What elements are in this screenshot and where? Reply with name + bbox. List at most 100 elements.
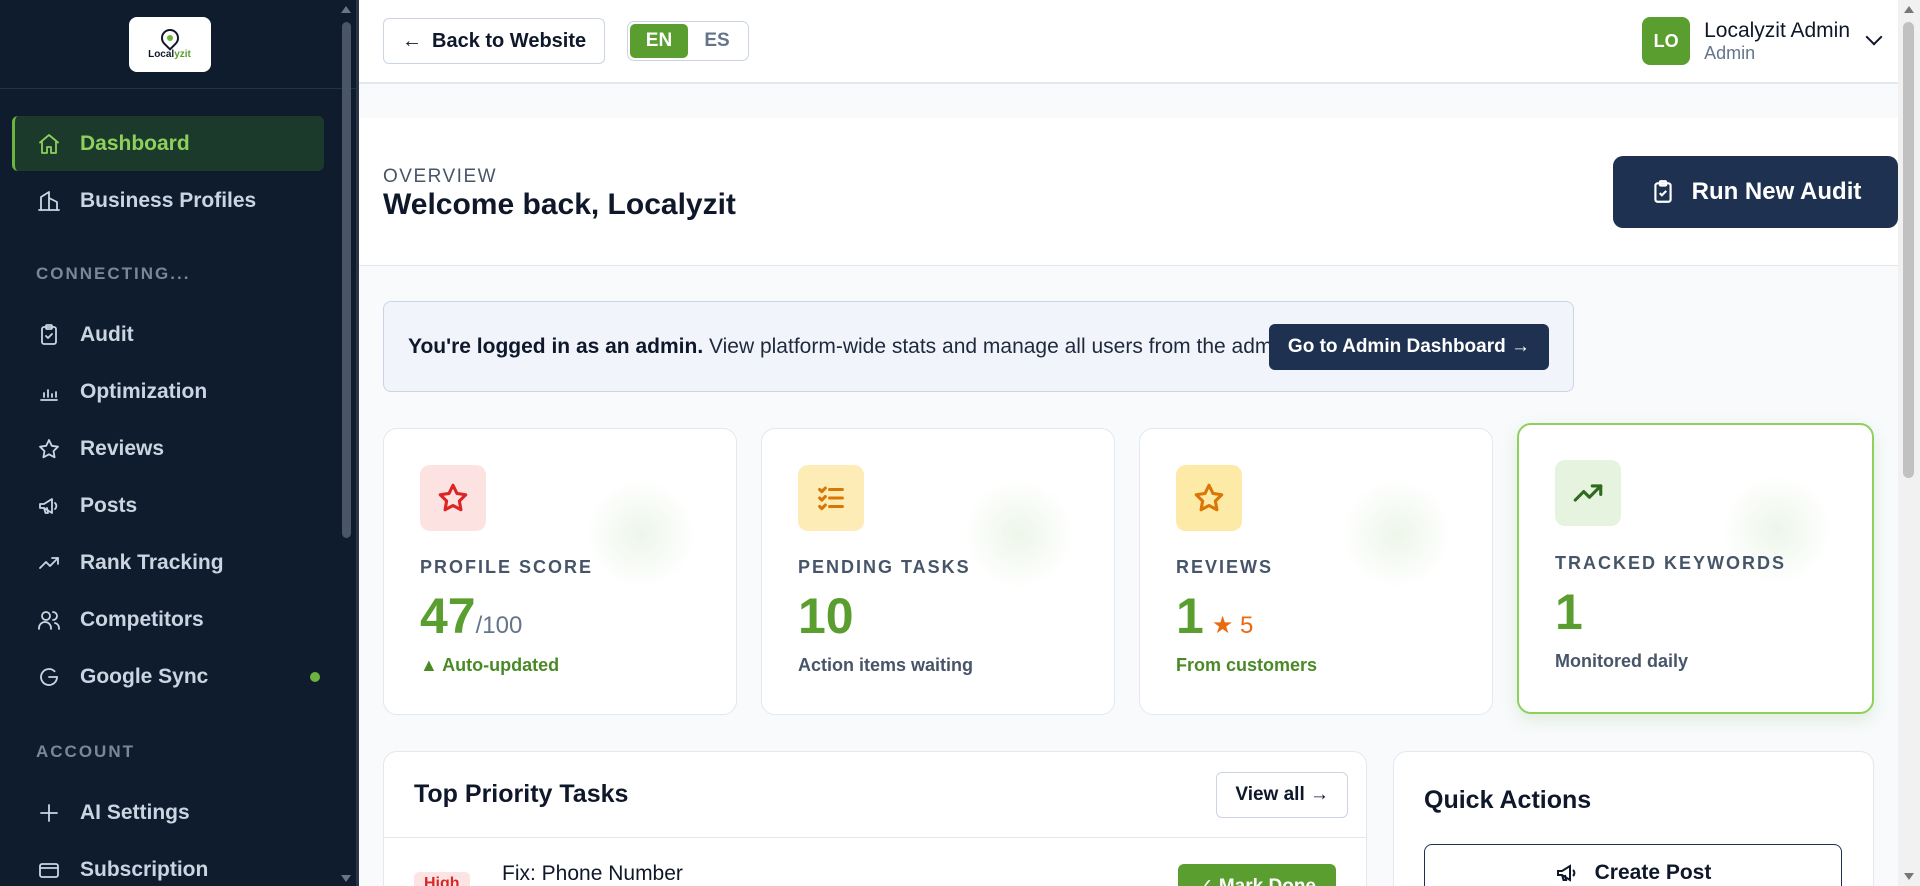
stat-card-tracked-keywords[interactable]: TRACKED KEYWORDS 1 Monitored daily [1517,423,1874,714]
stat-card-pending-tasks[interactable]: PENDING TASKS 10 Action items waiting [761,428,1115,715]
create-post-button[interactable]: Create Post [1424,844,1842,886]
star-outline-icon [1176,465,1242,531]
sidebar-item-label: Reviews [80,436,165,460]
trending-up-icon [1555,460,1621,526]
sidebar-scroll-down-icon[interactable] [341,875,351,882]
section-label-connecting: CONNECTING... [36,264,191,283]
sidebar-item-posts[interactable]: Posts [12,478,324,533]
user-role: Admin [1704,42,1756,63]
sync-status-dot [310,671,320,682]
google-icon [36,664,62,690]
stat-value: 10 [798,588,854,644]
arrow-left-icon: ← [402,29,422,52]
back-button-label: Back to Website [432,29,587,52]
plus-icon [36,800,62,826]
nav-account: AI Settings Subscription [12,785,324,886]
brand-logo[interactable]: Localyzit [128,16,211,72]
page-eyebrow: OVERVIEW [383,166,498,187]
task-name: Fix: Phone Number [502,862,683,885]
sidebar-item-dashboard[interactable]: Dashboard [12,116,324,171]
bar-chart-icon [36,379,62,405]
sidebar-item-label: Subscription [80,857,209,881]
star-icon [36,436,62,462]
divider [384,837,1366,838]
building-icon [36,188,62,214]
quick-actions-panel: Quick Actions Create Post [1393,751,1874,886]
sidebar-item-business-profiles[interactable]: Business Profiles [12,173,324,228]
sidebar-item-reviews[interactable]: Reviews [12,421,324,476]
card-glow [964,479,1074,589]
clipboard-icon [36,322,62,348]
sidebar-item-optimization[interactable]: Optimization [12,364,324,419]
stat-label: PENDING TASKS [798,557,971,577]
run-new-audit-button[interactable]: Run New Audit [1613,156,1898,228]
lang-es-button[interactable]: ES [688,24,746,58]
alert-bold-text: You're logged in as an admin. [408,335,704,358]
user-menu[interactable]: LO Localyzit Admin Admin [1642,17,1883,65]
nav-main: Dashboard Business Profiles [12,116,324,228]
stat-value: 1 ★ 5 [1176,588,1254,644]
run-audit-label: Run New Audit [1691,178,1862,205]
page-header: OVERVIEW Welcome back, Localyzit Run New… [359,118,1898,266]
sidebar: Localyzit Dashboard Business Profiles CO… [0,0,359,886]
sidebar-item-label: Audit [80,322,134,346]
sidebar-item-rank-tracking[interactable]: Rank Tracking [12,535,324,590]
stat-label: REVIEWS [1176,557,1274,577]
view-all-button[interactable]: View all → [1216,772,1348,818]
credit-card-icon [36,857,62,883]
create-post-label: Create Post [1594,861,1712,884]
star-outline-icon [420,465,486,531]
stat-subtext: Action items waiting [798,655,974,675]
sidebar-item-label: Business Profiles [80,188,257,212]
sidebar-scrollbar[interactable] [342,22,351,538]
panel-title: Top Priority Tasks [414,780,629,808]
home-icon [36,131,62,157]
stat-subtext: ▲ Auto-updated [420,655,560,675]
logo-area: Localyzit [0,0,359,89]
scroll-down-icon[interactable] [1904,873,1914,880]
mark-done-button[interactable]: ✓ Mark Done [1177,864,1336,886]
sidebar-scroll-up-icon[interactable] [341,6,351,13]
megaphone-icon [36,493,62,519]
go-to-admin-dashboard-button[interactable]: Go to Admin Dashboard → [1268,324,1549,370]
lang-en-button[interactable]: EN [630,24,688,58]
stat-label: TRACKED KEYWORDS [1555,553,1787,573]
sidebar-item-label: Optimization [80,379,208,403]
admin-alert-banner: You're logged in as an admin. View platf… [383,301,1574,392]
checklist-icon [798,465,864,531]
sidebar-item-ai-settings[interactable]: AI Settings [12,785,324,840]
stat-subtext: Monitored daily [1555,651,1689,671]
avatar: LO [1642,17,1691,65]
priority-badge: High [414,872,470,886]
page-scrollbar[interactable] [1898,0,1920,886]
alert-body-text: View platform-wide stats and manage all … [703,335,1352,358]
trending-up-icon [36,550,62,576]
stat-card-reviews[interactable]: REVIEWS 1 ★ 5 From customers [1139,428,1493,715]
page-title: Welcome back, Localyzit [383,188,736,221]
sidebar-item-label: Google Sync [80,664,209,688]
sidebar-item-label: AI Settings [80,800,190,824]
stat-card-profile-score[interactable]: PROFILE SCORE 47/100 ▲ Auto-updated [383,428,737,715]
panel-title: Quick Actions [1424,786,1592,814]
topbar: ← Back to Website EN ES LO Localyzit Adm… [359,0,1920,84]
clipboard-check-icon [1653,180,1672,203]
chevron-down-icon [1865,28,1883,46]
stat-value: 1 [1555,584,1583,640]
sidebar-item-label: Rank Tracking [80,550,224,574]
app-root: Localyzit Dashboard Business Profiles CO… [0,0,1920,886]
card-glow [586,479,696,589]
sidebar-item-subscription[interactable]: Subscription [12,842,324,886]
main-content: ← Back to Website EN ES LO Localyzit Adm… [359,0,1920,886]
megaphone-icon [1556,864,1575,882]
sidebar-item-google-sync[interactable]: Google Sync [12,649,324,704]
scrollbar-thumb[interactable] [1903,22,1914,478]
top-priority-tasks-panel: Top Priority Tasks View all → High Fix: … [383,751,1367,886]
language-toggle: EN ES [627,21,749,61]
scroll-up-icon[interactable] [1904,6,1914,13]
stat-label: PROFILE SCORE [420,557,594,577]
back-to-website-button[interactable]: ← Back to Website [383,18,606,64]
location-pin-icon [156,24,183,51]
sidebar-item-competitors[interactable]: Competitors [12,592,324,647]
sidebar-item-audit[interactable]: Audit [12,307,324,362]
sidebar-item-label: Dashboard [80,131,190,155]
